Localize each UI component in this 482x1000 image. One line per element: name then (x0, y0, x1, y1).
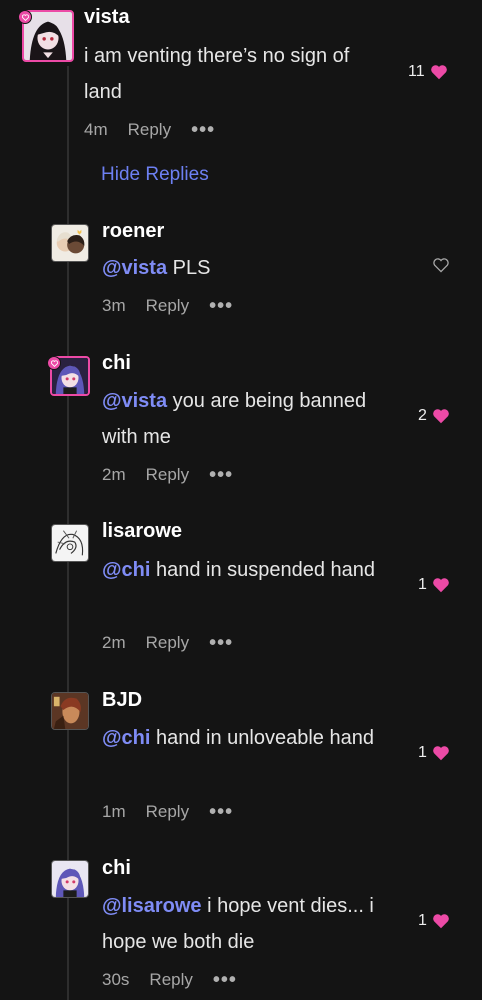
mention-link[interactable]: @vista (102, 390, 167, 412)
mention-link[interactable]: @chi (102, 727, 150, 749)
like-button[interactable]: 1 (418, 744, 450, 762)
heart-filled-icon (433, 578, 449, 593)
more-options-icon[interactable]: ••• (209, 465, 233, 485)
avatar[interactable] (51, 524, 89, 562)
comment-meta: 2m Reply ••• (102, 633, 233, 653)
comment-text: i am venting there’s no sign of land (84, 38, 384, 110)
username[interactable]: lisarowe (102, 520, 182, 543)
hide-replies-button[interactable]: Hide Replies (101, 164, 209, 186)
mention-link[interactable]: @vista (102, 257, 167, 279)
more-options-icon[interactable]: ••• (209, 633, 233, 653)
timestamp: 2m (102, 465, 126, 484)
comment-text: @vista PLS (102, 250, 402, 286)
comment-vista: vista i am venting there’s no sign of la… (0, 0, 482, 150)
heart-filled-icon (430, 65, 447, 80)
username[interactable]: BJD (102, 689, 142, 712)
heart-outline-icon (433, 258, 449, 273)
timestamp: 3m (102, 296, 126, 315)
reply-button[interactable]: Reply (146, 465, 189, 485)
mention-link[interactable]: @chi (102, 559, 150, 581)
comment-meta: 2m Reply ••• (102, 465, 233, 485)
comment-body: hand in unloveable hand (155, 727, 374, 749)
heart-badge-icon (47, 356, 61, 370)
like-button[interactable]: 1 (418, 576, 450, 594)
reply-button[interactable]: Reply (149, 970, 192, 990)
avatar[interactable] (51, 860, 89, 898)
more-options-icon[interactable]: ••• (191, 120, 215, 140)
more-options-icon[interactable]: ••• (209, 296, 233, 316)
heart-filled-icon (433, 409, 449, 424)
comment-meta: 3m Reply ••• (102, 296, 233, 316)
reply-button[interactable]: Reply (146, 802, 189, 822)
timestamp: 2m (102, 633, 126, 652)
like-count: 1 (418, 576, 427, 593)
avatar[interactable] (51, 692, 89, 730)
timestamp: 30s (102, 970, 130, 989)
comment-meta: 1m Reply ••• (102, 802, 233, 822)
like-count: 1 (418, 912, 427, 929)
reply-button[interactable]: Reply (128, 120, 171, 140)
avatar-image (52, 225, 88, 261)
more-options-icon[interactable]: ••• (213, 970, 237, 990)
timestamp: 4m (84, 120, 108, 139)
heart-filled-icon (433, 914, 449, 929)
comment-body: i am venting there’s no sign of land (84, 45, 350, 103)
avatar-image (52, 693, 88, 729)
reply-button[interactable]: Reply (146, 296, 189, 316)
timestamp: 1m (102, 802, 126, 821)
comment-text: @lisarowe i hope vent dies... i hope we … (102, 888, 412, 960)
comment-meta: 30s Reply ••• (102, 970, 237, 990)
avatar-image (52, 525, 88, 561)
like-count: 2 (418, 407, 427, 424)
username[interactable]: chi (102, 352, 131, 375)
comment-text: @chi hand in unloveable hand (102, 720, 402, 756)
comment-body: hand in suspended hand (155, 559, 376, 581)
heart-filled-icon (433, 746, 449, 761)
reply-button[interactable]: Reply (146, 633, 189, 653)
like-button[interactable]: 2 (418, 407, 450, 425)
username[interactable]: chi (102, 857, 131, 880)
mention-link[interactable]: @lisarowe (102, 895, 202, 917)
like-button[interactable]: 1 (418, 912, 450, 930)
more-options-icon[interactable]: ••• (209, 802, 233, 822)
comment-text: @vista you are being banned with me (102, 383, 402, 455)
heart-badge-icon (18, 10, 32, 24)
comment-meta: 4m Reply ••• (84, 120, 215, 140)
like-button[interactable] (427, 257, 450, 273)
like-button[interactable]: 11 (408, 63, 448, 81)
comment-text: @chi hand in suspended hand (102, 552, 402, 588)
comment-body: PLS (172, 257, 211, 279)
username[interactable]: roener (102, 220, 164, 243)
avatar[interactable] (51, 224, 89, 262)
avatar-image (52, 861, 88, 897)
username[interactable]: vista (84, 6, 130, 29)
like-count: 1 (418, 744, 427, 761)
like-count: 11 (408, 63, 425, 80)
